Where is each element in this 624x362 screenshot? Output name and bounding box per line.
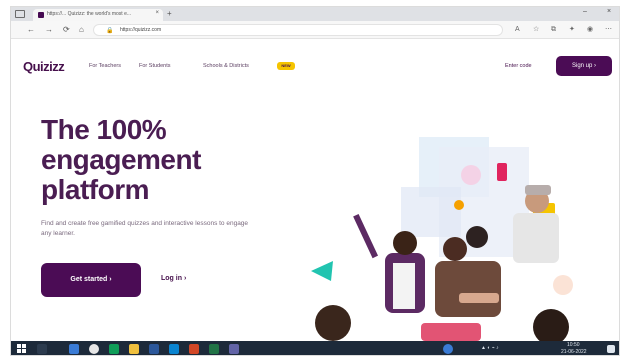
search-icon[interactable] — [37, 344, 47, 354]
hero-title: The 100% engagement platform — [41, 114, 201, 205]
profile-icon[interactable]: ◉ — [587, 26, 593, 34]
nav-link-schools[interactable]: Schools & Districts — [203, 63, 249, 69]
hero-subtitle: Find and create free gamified quizzes an… — [41, 220, 249, 237]
nav-link-teachers[interactable]: For Teachers — [89, 63, 121, 69]
quizizz-favicon-icon — [38, 12, 44, 18]
taskbar-date[interactable]: 21-06-2022 — [561, 349, 587, 355]
task-view-icon[interactable] — [69, 344, 79, 354]
lock-icon: 🔒 — [106, 28, 114, 34]
login-link[interactable]: Log in › — [161, 275, 186, 282]
menu-dots-icon[interactable]: ⋯ — [605, 26, 612, 34]
get-started-button[interactable]: Get started › — [41, 263, 141, 297]
new-badge: NEW — [277, 62, 295, 70]
favorites-star-icon[interactable]: ☆ — [533, 26, 539, 34]
address-url: https://quizizz.com — [120, 27, 162, 33]
nav-link-students[interactable]: For Students — [139, 63, 171, 69]
powerpoint-icon[interactable] — [189, 344, 199, 354]
monitor-frame: https://... Quizizz: the world's most e.… — [0, 0, 624, 362]
notifications-icon[interactable] — [607, 345, 615, 353]
minimize-button[interactable]: – — [583, 8, 587, 15]
home-button[interactable]: ⌂ — [79, 25, 84, 35]
edge-icon[interactable] — [169, 344, 179, 354]
signup-button[interactable]: Sign up › — [556, 56, 612, 76]
browser-tab-strip: https://... Quizizz: the world's most e.… — [11, 7, 619, 21]
hero-illustration-graphic — [311, 137, 573, 345]
hero-illustration — [301, 127, 619, 345]
forward-button[interactable]: → — [45, 25, 53, 35]
new-tab-button[interactable]: + — [167, 9, 172, 18]
chrome-icon[interactable] — [89, 344, 99, 354]
weather-icon[interactable] — [443, 344, 453, 354]
address-bar[interactable]: 🔒 https://quizizz.com — [93, 24, 503, 36]
teams-icon[interactable] — [229, 344, 239, 354]
back-button[interactable]: ← — [27, 25, 35, 35]
windows-start-icon[interactable] — [17, 344, 27, 354]
extensions-icon[interactable]: ✦ — [569, 26, 575, 34]
screen: https://... Quizizz: the world's most e.… — [10, 6, 620, 356]
taskbar-time[interactable]: 10:50 — [567, 342, 580, 348]
enter-code-link[interactable]: Enter code — [505, 63, 532, 69]
file-explorer-icon[interactable] — [129, 344, 139, 354]
tab-title: https://... Quizizz: the world's most e.… — [47, 11, 132, 17]
browser-toolbar: ← → ⟳ ⌂ 🔒 https://quizizz.com A ☆ ⧉ ✦ ◉ … — [11, 21, 619, 39]
tab-actions-icon[interactable] — [15, 10, 25, 18]
read-aloud-icon[interactable]: A — [515, 26, 520, 34]
browser-tab[interactable]: https://... Quizizz: the world's most e.… — [33, 9, 163, 21]
tab-close-icon[interactable]: × — [155, 10, 159, 16]
app-icon[interactable] — [109, 344, 119, 354]
close-window-button[interactable]: × — [607, 8, 611, 15]
quizizz-logo[interactable]: Quizizz — [23, 59, 65, 74]
site-header: Quizizz For Teachers For Students School… — [11, 41, 619, 91]
system-tray-icons[interactable]: ▲ ◐ ⌁ ♪ — [481, 345, 499, 351]
collections-icon[interactable]: ⧉ — [551, 26, 556, 34]
reload-button[interactable]: ⟳ — [63, 25, 70, 35]
word-icon[interactable] — [149, 344, 159, 354]
excel-icon[interactable] — [209, 344, 219, 354]
taskbar: ▲ ◐ ⌁ ♪ 10:50 21-06-2022 — [11, 341, 619, 355]
